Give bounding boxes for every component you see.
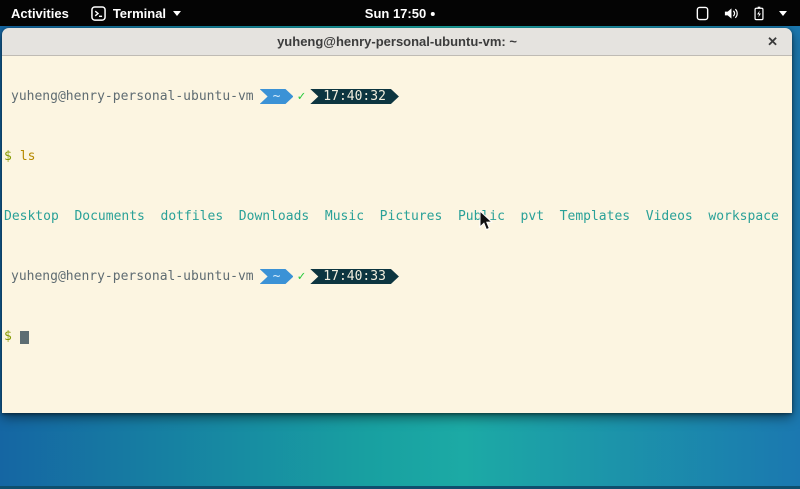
system-menu-button[interactable] <box>685 0 800 26</box>
directory-name: Documents <box>74 209 144 224</box>
terminal-app-icon <box>91 6 106 21</box>
input-line[interactable]: $ <box>4 329 792 344</box>
display-icon <box>695 6 710 21</box>
shell-prompt-symbol: $ <box>4 329 12 344</box>
directory-name: Desktop <box>4 209 59 224</box>
shell-prompt-symbol: $ <box>4 149 12 164</box>
directory-name: dotfiles <box>161 209 224 224</box>
prompt-line-1: yuheng@henry-personal-ubuntu-vm ~✓ 17:40:3… <box>4 89 792 104</box>
volume-icon <box>723 6 739 21</box>
directory-name: Videos <box>646 209 693 224</box>
prompt-cwd-segment: ~ <box>260 269 294 284</box>
prompt-status-check-icon: ✓ <box>297 269 305 284</box>
prompt-user-host: yuheng@henry-personal-ubuntu-vm <box>11 89 254 104</box>
directory-name: Templates <box>560 209 630 224</box>
prompt-status-check-icon: ✓ <box>297 89 305 104</box>
terminal-cursor <box>20 331 29 344</box>
top-bar: Activities Terminal Sun 17:50 <box>0 0 800 26</box>
directory-name: pvt <box>521 209 544 224</box>
window-title: yuheng@henry-personal-ubuntu-vm: ~ <box>277 34 517 49</box>
prompt-user-host: yuheng@henry-personal-ubuntu-vm <box>11 269 254 284</box>
desktop-background: Activities Terminal Sun 17:50 <box>0 0 800 489</box>
prompt-line-2: yuheng@henry-personal-ubuntu-vm ~✓ 17:40:3… <box>4 269 792 284</box>
directory-name: Pictures <box>380 209 443 224</box>
terminal-window: yuheng@henry-personal-ubuntu-vm: ~ ✕ yuh… <box>2 28 792 413</box>
battery-charging-icon <box>752 6 766 21</box>
notification-dot <box>431 12 435 16</box>
close-icon[interactable]: ✕ <box>763 32 782 52</box>
command-line: $ ls <box>4 149 792 164</box>
prompt-cwd-segment: ~ <box>260 89 294 104</box>
chevron-down-icon <box>173 11 181 16</box>
app-indicator-terminal[interactable]: Terminal <box>81 0 191 26</box>
clock-label: Sun 17:50 <box>365 6 426 21</box>
mouse-cursor <box>479 210 494 232</box>
directory-name: Music <box>325 209 364 224</box>
terminal-content[interactable]: yuheng@henry-personal-ubuntu-vm~✓17:40:3… <box>2 56 792 413</box>
prompt-time-segment: 17:40:33 <box>310 269 399 284</box>
top-bar-right <box>685 0 800 26</box>
typed-command: ls <box>20 149 36 164</box>
activities-button[interactable]: Activities <box>0 0 81 26</box>
chevron-down-icon <box>779 11 787 16</box>
directory-name: workspace <box>708 209 778 224</box>
clock-button[interactable]: Sun 17:50 <box>359 0 441 26</box>
ls-output-line: Desktop Documents dotfiles Downloads Music Pi… <box>4 209 792 224</box>
prompt-time-segment: 17:40:32 <box>310 89 399 104</box>
window-titlebar[interactable]: yuheng@henry-personal-ubuntu-vm: ~ ✕ <box>2 28 792 56</box>
top-bar-left: Activities Terminal <box>0 0 191 26</box>
app-indicator-label: Terminal <box>113 6 166 21</box>
directory-name: Downloads <box>239 209 309 224</box>
